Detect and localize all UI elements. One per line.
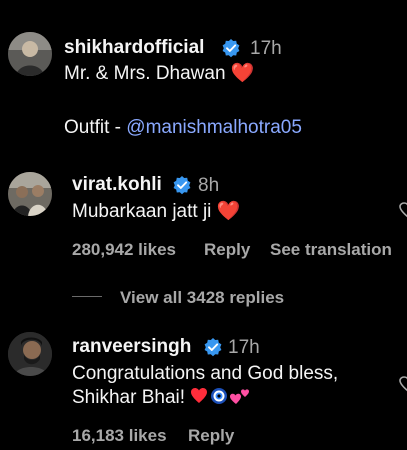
avatar-shikhardofficial[interactable]	[8, 32, 52, 76]
replies-divider	[72, 296, 102, 297]
comment-text-line1: Congratulations and God bless,	[72, 363, 339, 384]
reply-button[interactable]: Reply	[204, 240, 250, 260]
timestamp: 8h	[198, 175, 220, 196]
comment-text-line1: Mubarkaan jatt ji ❤️	[72, 198, 240, 225]
red-heart-emoji: ❤️	[230, 63, 255, 84]
comment-text-line2: Outfit - @manishmalhotra05	[64, 114, 302, 141]
avatar-ranveersingh[interactable]	[8, 332, 52, 376]
heart-outline-icon[interactable]	[397, 201, 407, 219]
comment-text: Mubarkaan jatt ji	[72, 201, 212, 222]
outfit-label: Outfit -	[64, 117, 127, 138]
heart-evil-eye-hearts-emoji	[191, 388, 250, 404]
like-count[interactable]: 16,183 likes	[72, 426, 167, 446]
username-virat-kohli[interactable]: virat.kohli	[72, 174, 162, 196]
see-translation-button[interactable]: See translation	[270, 240, 392, 260]
comment-text: Mr. & Mrs. Dhawan	[64, 63, 226, 84]
username-ranveersingh[interactable]: ranveersingh	[72, 336, 191, 358]
verified-badge-icon	[204, 338, 222, 357]
reply-button[interactable]: Reply	[188, 426, 234, 446]
view-replies-button[interactable]: View all 3428 replies	[120, 288, 284, 308]
comment-text-line1: Mr. & Mrs. Dhawan ❤️	[64, 60, 255, 87]
emoji-group	[190, 386, 252, 414]
heart-outline-icon[interactable]	[397, 375, 407, 393]
red-heart-emoji: ❤️	[216, 201, 241, 222]
like-count[interactable]: 280,942 likes	[72, 240, 176, 260]
avatar-virat-kohli[interactable]	[8, 172, 52, 216]
comment-text-line2: Shikhar Bhai!	[72, 384, 252, 414]
timestamp: 17h	[250, 38, 282, 59]
verified-badge-icon	[173, 176, 191, 195]
verified-badge-icon	[222, 39, 240, 58]
comment-text: Shikhar Bhai!	[72, 387, 186, 408]
username-shikhardofficial[interactable]: shikhardofficial	[64, 37, 204, 59]
timestamp: 17h	[228, 337, 260, 358]
mention-link[interactable]: @manishmalhotra05	[126, 117, 302, 138]
